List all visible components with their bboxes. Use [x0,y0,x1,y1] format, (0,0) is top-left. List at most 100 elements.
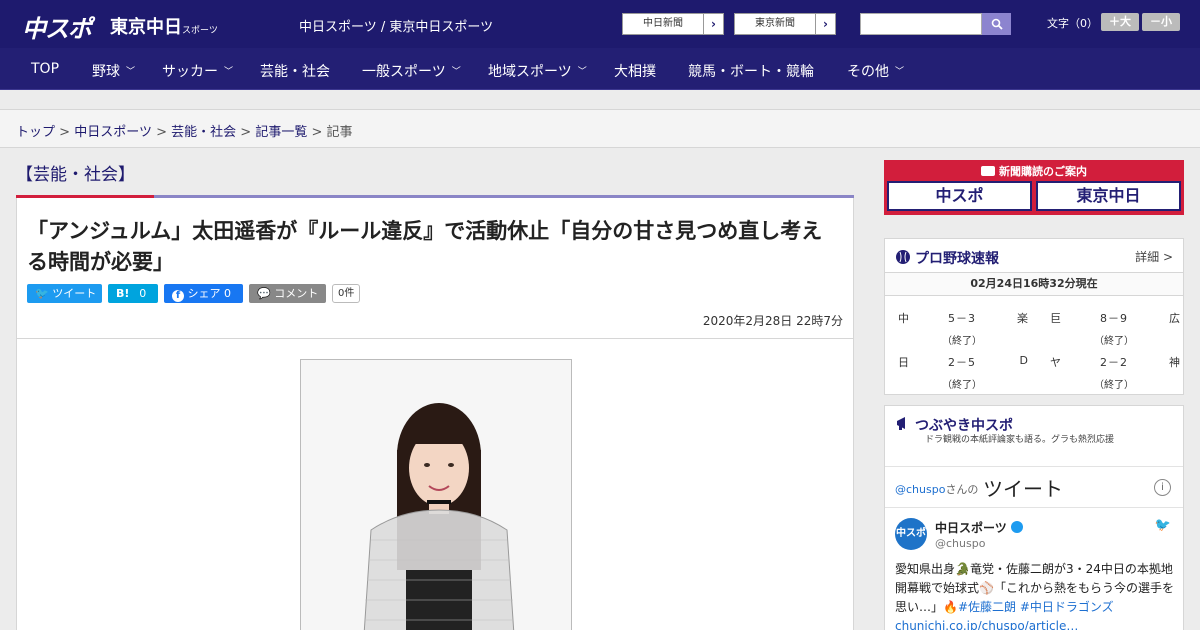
score: 2－2 [1100,356,1128,369]
comment-label: コメント [274,287,319,300]
megaphone-icon [897,417,905,430]
nav-entertainment[interactable]: 芸能・社会 [260,61,330,81]
nav-baseball[interactable]: 野球 ﹀ [92,61,135,81]
font-size-label: 文字（0） [1047,17,1098,30]
chunichi-shimbun-link[interactable]: 中日新聞 › [622,13,724,35]
home-team: 巨 [1050,312,1061,325]
scores-timestamp: 02月24日16時32分現在 [885,272,1183,296]
breadcrumb-top[interactable]: トップ [16,125,55,140]
twitter-handle-at: @chuspo [895,483,946,496]
chevron-down-icon: ﹀ [895,67,905,77]
home-team: ヤ [1050,356,1061,369]
away-team: 楽 [1017,312,1028,325]
nav-soccer[interactable]: サッカー ﹀ [162,61,233,81]
chevron-down-icon: ﹀ [126,67,136,77]
site-title[interactable]: 中日スポーツ / 東京中日スポーツ [299,16,493,35]
away-team: 広 [1169,312,1180,325]
nav-label: 大相撲 [614,64,656,80]
nav-label: 地域スポーツ [488,64,572,80]
comment-count: 0件 [332,284,361,303]
search-button[interactable] [982,13,1011,35]
game-status: （終了） [942,336,982,347]
tokyo-chunichi-logo[interactable]: 東京中日スポーツ [110,13,218,39]
subscribe-chuspo-logo[interactable]: 中スポ [887,181,1032,211]
nav-general-sports[interactable]: 一般スポーツ ﹀ [362,61,461,81]
info-icon[interactable]: i [1154,479,1171,496]
nav-other[interactable]: その他 ﹀ [847,61,904,81]
search-input[interactable] [860,13,982,35]
facebook-label: シェア [187,287,221,300]
top-header: 中スポ 東京中日スポーツ 中日スポーツ / 東京中日スポーツ 中日新聞 › 東京… [0,0,1200,48]
article-card: 「アンジュルム」太田遥香が『ルール違反』で活動休止「自分の甘さ見つめ直し考える時… [16,198,854,630]
comment-icon: 💬 [257,287,271,300]
facebook-share-button[interactable]: f シェア 0 [164,284,243,303]
nav-label: サッカー [162,64,218,80]
baseball-icon [896,250,910,264]
breadcrumb-sep: > [156,125,167,140]
score: 8－9 [1100,312,1128,325]
tokyo-chunichi-logo-text: 東京中日 [110,17,182,38]
ad-strip [0,90,1200,110]
nav-sumo[interactable]: 大相撲 [614,61,656,81]
game-status: （終了） [942,380,982,391]
chuspo-logo[interactable]: 中スポ [22,9,92,44]
twitter-handle[interactable]: @chuspoさんの [895,481,978,497]
avatar[interactable]: 中スポ [895,518,927,550]
breadcrumb-sep: > [240,125,252,140]
article-divider [17,338,853,339]
tokyo-shimbun-label: 東京新聞 [755,18,795,29]
tweet-author-name[interactable]: 中日スポーツ [935,519,1023,536]
search-icon [991,18,1003,30]
away-team: 神 [1169,356,1180,369]
tweet-label: ツイート [52,287,97,300]
nav-regional-sports[interactable]: 地域スポーツ ﹀ [488,61,587,81]
hashtag-link[interactable]: #佐藤二朗 [958,600,1016,614]
tweet-author-name-text: 中日スポーツ [935,521,1007,535]
nav-top[interactable]: TOP [31,61,59,77]
home-team: 日 [898,356,909,369]
breadcrumb-sep: > [311,125,323,140]
tokyo-shimbun-link[interactable]: 東京新聞 › [734,13,836,35]
font-smaller-button[interactable]: －小 [1142,13,1180,31]
tweets-heading: ツイート [983,477,1063,501]
baseball-title: プロ野球速報 [915,251,999,267]
font-larger-button[interactable]: ＋大 [1101,13,1139,31]
tweets-description: ドラ観戦の本紙評論家も語る。グラも熱烈応援 [925,435,1115,445]
article-photo[interactable] [300,359,572,630]
article-headline: 「アンジュルム」太田遥香が『ルール違反』で活動休止「自分の甘さ見つめ直し考える時… [27,219,823,274]
tweet-body: 愛知県出身🐊竜党・佐藤二朗が3・24中日の本拠地開幕戦で始球式⚾「これから熱をも… [895,560,1177,630]
tweet-button[interactable]: 🐦 ツイート [27,284,102,303]
baseball-scores-box: プロ野球速報 詳細 > 02月24日16時32分現在 中 5－3 楽 （終了） … [884,238,1184,395]
hatena-bookmark-button[interactable]: B! 0 [108,284,158,303]
subscribe-tokyo-chunichi-logo[interactable]: 東京中日 [1036,181,1181,211]
tokyo-chunichi-logo-small: スポーツ [182,26,218,36]
baseball-detail-link[interactable]: 詳細 > [1135,248,1173,265]
breadcrumb-entertainment[interactable]: 芸能・社会 [171,125,236,140]
nav-label: TOP [31,61,60,77]
away-team: D [1019,354,1028,367]
twitter-widget-header: @chuspoさんの ツイート i [885,466,1183,508]
chunichi-shimbun-label: 中日新聞 [643,18,683,29]
breadcrumb-current: 記事 [326,125,353,140]
nav-label: その他 [847,64,889,80]
subscription-banner[interactable]: 新聞購読のご案内 中スポ 東京中日 [884,160,1184,215]
tweets-box: つぶやき中スポ ドラ観戦の本紙評論家も語る。グラも熱烈応援 @chuspoさんの… [884,405,1184,630]
hashtag-link[interactable]: #中日ドラゴンズ [1020,600,1114,614]
tweet-url-link[interactable]: chunichi.co.jp/chuspo/article… [895,619,1078,630]
newspaper-icon [981,166,995,176]
subscription-title-text: 新聞購読のご案内 [999,165,1087,178]
portrait-image [301,360,571,630]
twitter-bird-icon[interactable]: 🐦 [1155,518,1171,533]
twitter-icon: 🐦 [35,287,49,300]
tweet-author-handle[interactable]: @chuspo [935,537,985,550]
breadcrumb: トップ > 中日スポーツ > 芸能・社会 > 記事一覧 > 記事 [16,121,353,140]
share-buttons: 🐦 ツイート B! 0 f シェア 0 💬 コメント 0件 [27,284,361,304]
breadcrumb-article-list[interactable]: 記事一覧 [255,125,307,140]
nav-racing[interactable]: 競馬・ボート・競輪 [688,61,814,81]
publish-date: 2020年2月28日 22時7分 [702,314,843,328]
score: 2－5 [948,356,976,369]
comment-button[interactable]: 💬 コメント [249,284,326,303]
breadcrumb-chunichi-sports[interactable]: 中日スポーツ [74,125,152,140]
home-team: 中 [898,312,909,325]
nav-label: 競馬・ボート・競輪 [688,64,814,80]
